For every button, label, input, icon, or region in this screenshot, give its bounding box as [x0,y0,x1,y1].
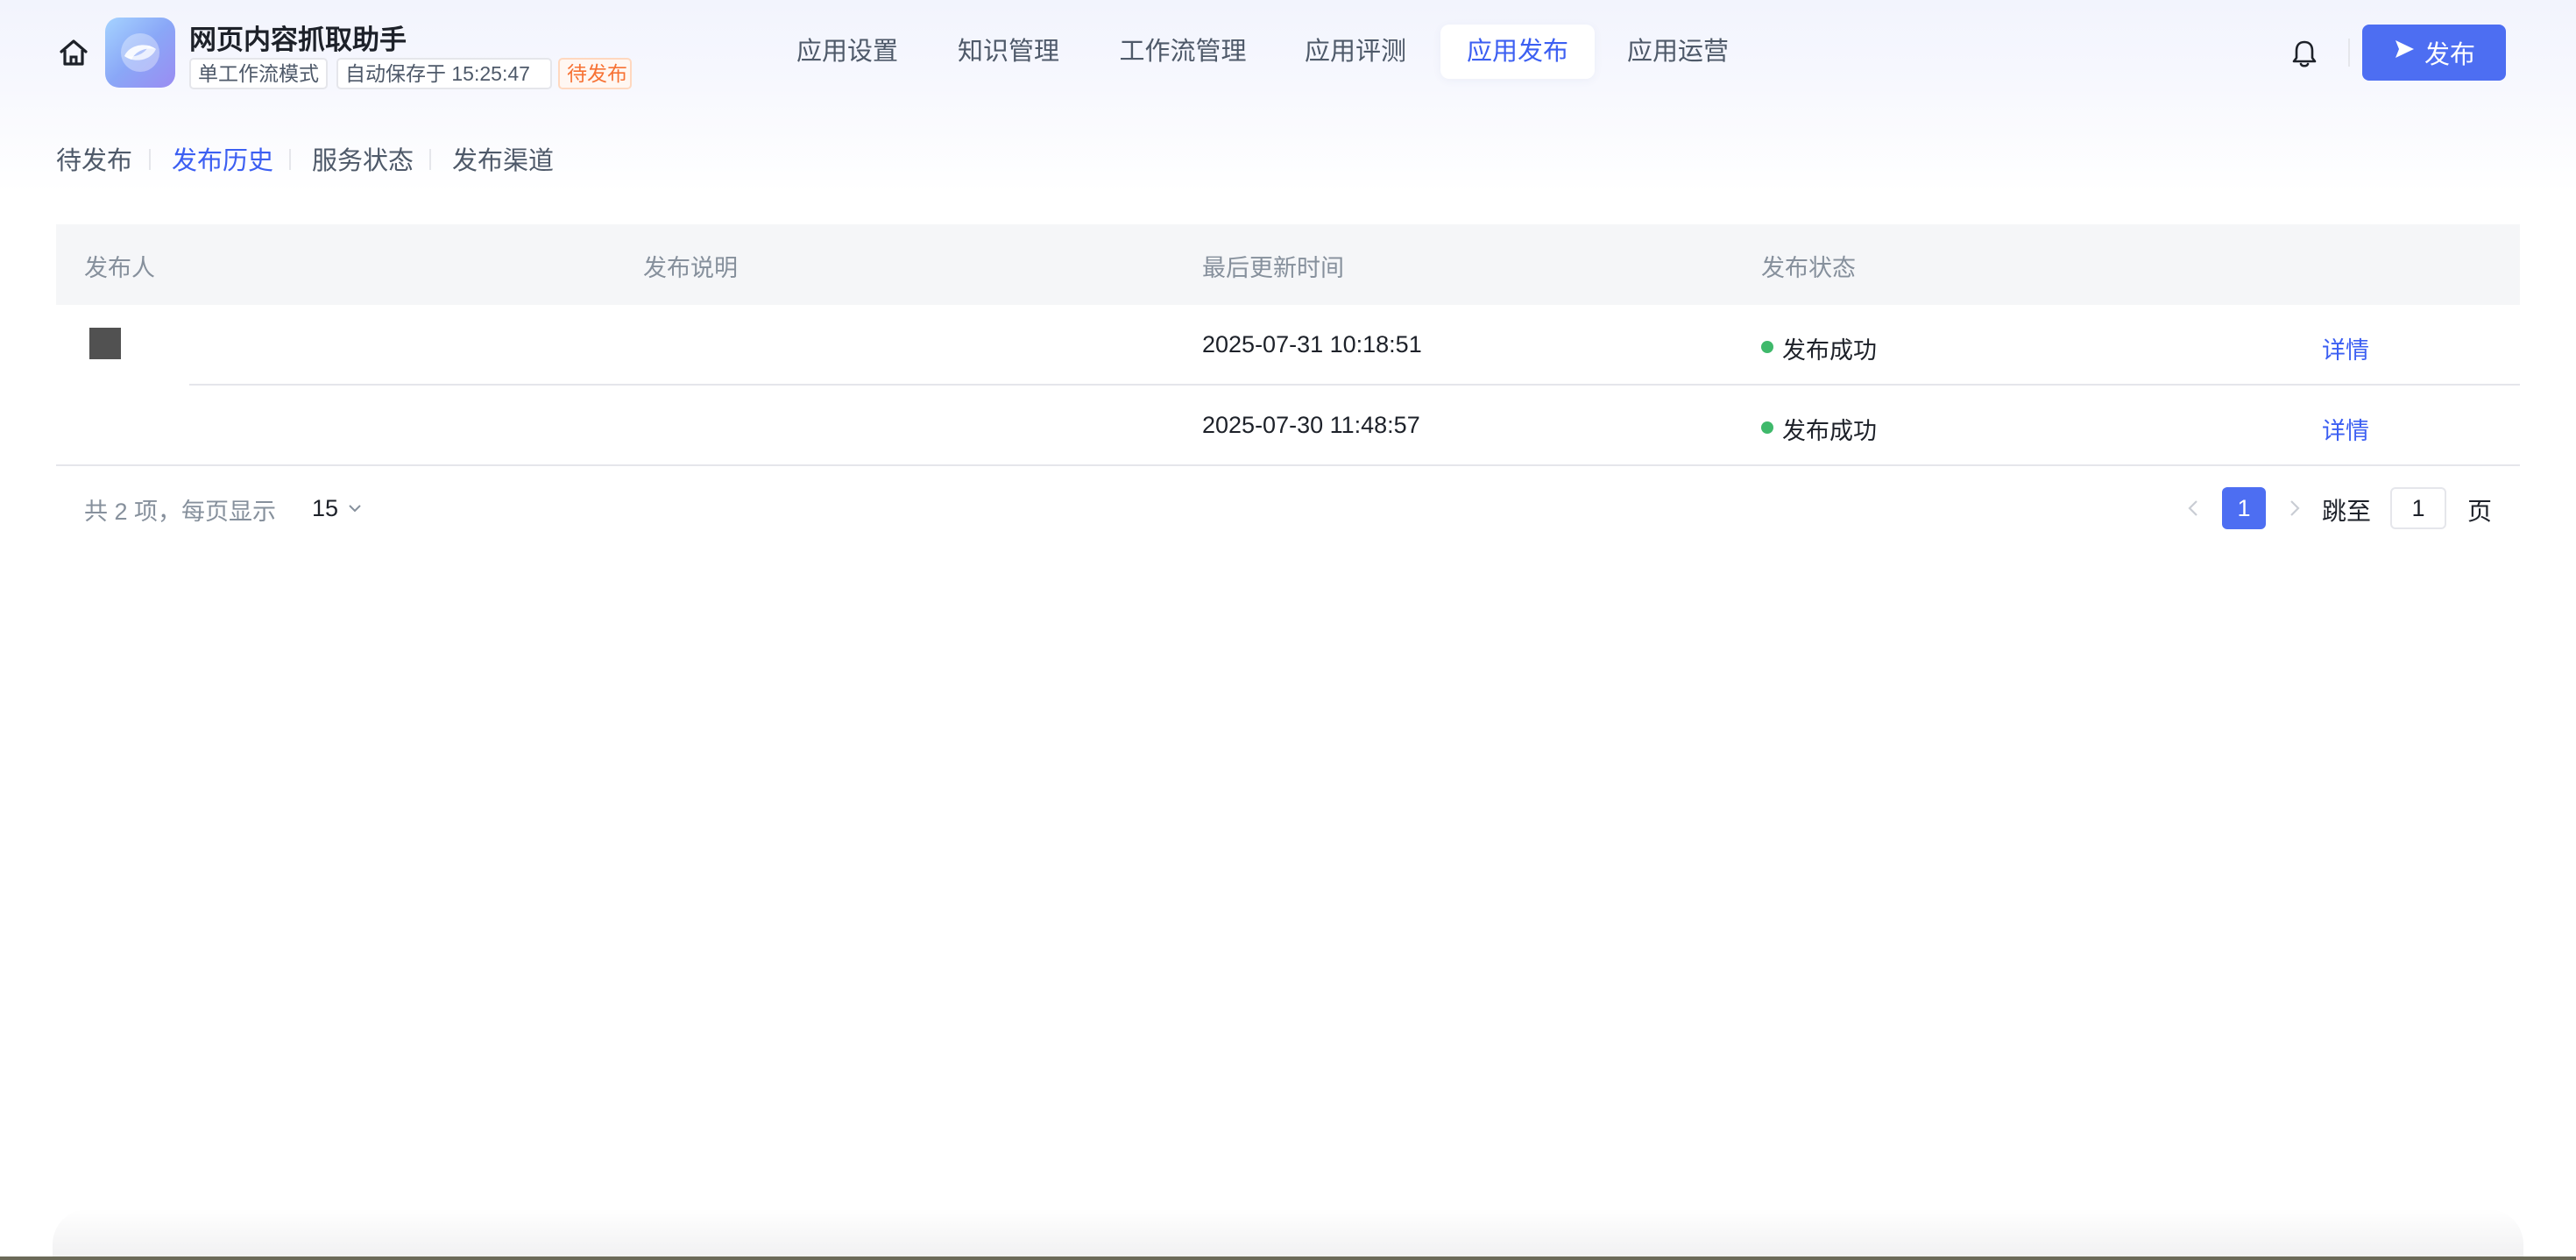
bell-icon[interactable] [2289,35,2320,70]
page: 网页内容抓取助手 单工作流模式 自动保存于 15:25:47 待发布 应用设置 … [0,0,2576,1260]
tab-evaluation[interactable]: 应用评测 [1284,25,1426,79]
column-updated-time: 最后更新时间 [1202,255,1344,281]
publish-button-label: 发布 [2424,41,2475,69]
table-row: 2025-07-30 11:48:57 发布成功 详情 [56,386,2520,466]
subtab-divider [429,149,431,170]
home-icon[interactable] [54,35,93,70]
column-publisher: 发布人 [84,255,155,281]
details-link[interactable]: 详情 [2322,412,2369,446]
subtab-divider [289,149,291,170]
app-logo [105,18,175,88]
status-badge: 待发布 [558,58,632,89]
row-divider [56,464,2520,466]
column-status: 发布状态 [1761,255,1856,281]
app-title: 网页内容抓取助手 [189,25,407,55]
chevron-right-icon[interactable] [2282,496,2306,520]
chevron-left-icon[interactable] [2182,496,2206,520]
subtab-pending[interactable]: 待发布 [56,140,132,177]
bottom-edge [0,1256,2576,1260]
column-description: 发布说明 [643,255,738,281]
updated-time-cell: 2025-07-31 10:18:51 [1202,331,1422,357]
updated-time-cell: 2025-07-30 11:48:57 [1202,412,1420,438]
tab-publish[interactable]: 应用发布 [1440,25,1595,79]
bottom-shadow [53,1209,2523,1260]
subtab-history[interactable]: 发布历史 [172,140,273,177]
app-header: 网页内容抓取助手 单工作流模式 自动保存于 15:25:47 待发布 应用设置 … [0,0,2576,105]
publish-button[interactable]: 发布 [2362,25,2506,81]
page-number-current[interactable]: 1 [2222,487,2266,529]
subtab-service-status[interactable]: 服务状态 [312,140,414,177]
details-link[interactable]: 详情 [2322,331,2369,365]
tab-app-settings[interactable]: 应用设置 [776,25,918,79]
status-cell: 发布成功 [1782,337,1877,364]
tab-operations[interactable]: 应用运营 [1607,25,1749,79]
tab-knowledge[interactable]: 知识管理 [938,25,1079,79]
avatar [89,328,121,359]
pagination-summary: 共 2 项，每页显示 [84,499,277,525]
page-suffix-label: 页 [2467,498,2493,525]
table-row: 2025-07-31 10:18:51 发布成功 详情 [56,305,2520,386]
table-header: 发布人 发布说明 最后更新时间 发布状态 [56,224,2520,305]
jump-to-page-input[interactable]: 1 [2390,487,2446,529]
tab-workflow[interactable]: 工作流管理 [1106,25,1260,79]
chevron-down-icon [347,495,363,522]
jump-to-label: 跳至 [2322,498,2372,525]
status-dot [1761,341,1773,353]
subtab-channels[interactable]: 发布渠道 [452,140,554,177]
workflow-mode-tag: 单工作流模式 [189,58,328,89]
autosave-tag: 自动保存于 15:25:47 [336,58,552,89]
status-cell: 发布成功 [1782,418,1877,444]
page-size-select[interactable]: 15 [312,492,363,524]
subtab-divider [149,149,151,170]
page-size-value: 15 [312,494,339,521]
header-divider [2348,39,2350,67]
status-dot [1761,421,1773,434]
send-icon [2393,38,2416,67]
